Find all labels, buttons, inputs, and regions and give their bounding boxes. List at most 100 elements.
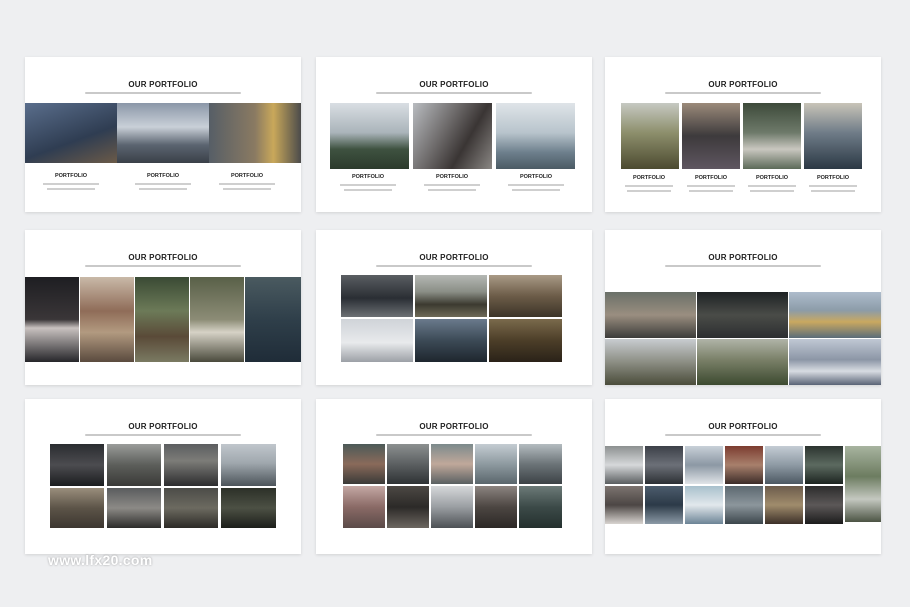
photo (221, 444, 276, 486)
caption-text (139, 188, 187, 190)
slide-thumbnail-9[interactable]: OUR PORTFOLIO (605, 399, 881, 554)
photo (489, 275, 562, 317)
slide-title: OUR PORTFOLIO (128, 253, 198, 262)
caption-text (750, 190, 794, 192)
caption-text (223, 188, 271, 190)
caption: PORTFOLIO (351, 174, 385, 180)
photo (107, 488, 161, 528)
photo (697, 339, 788, 385)
caption: PORTFOLIO (694, 175, 728, 181)
photo (50, 444, 104, 486)
slide-subtitle-placeholder (85, 92, 241, 94)
photo (725, 446, 763, 484)
slide-title: OUR PORTFOLIO (708, 422, 778, 431)
photo (107, 444, 161, 486)
slide-title: OUR PORTFOLIO (419, 80, 489, 89)
photo (25, 277, 79, 362)
photo (475, 486, 517, 528)
caption-text (625, 185, 673, 187)
photo (387, 444, 429, 484)
caption-text (687, 185, 735, 187)
slide-thumbnail-5[interactable]: OUR PORTFOLIO (316, 230, 592, 385)
caption: PORTFOLIO (816, 175, 850, 181)
photo (415, 275, 487, 317)
caption-text (689, 190, 733, 192)
caption-text (344, 189, 392, 191)
photo (682, 103, 740, 169)
photo (117, 103, 209, 163)
slide-title: OUR PORTFOLIO (708, 80, 778, 89)
photo (789, 339, 881, 385)
photo (765, 486, 803, 524)
slide-thumbnail-2[interactable]: OUR PORTFOLIO PORTFOLIO PORTFOLIO PORTFO… (316, 57, 592, 212)
photo (645, 486, 683, 524)
photo (387, 486, 429, 528)
photo (415, 319, 487, 362)
slide-subtitle-placeholder (665, 92, 821, 94)
slide-title: OUR PORTFOLIO (419, 253, 489, 262)
photo (765, 446, 803, 484)
slide-thumbnail-8[interactable]: OUR PORTFOLIO (316, 399, 592, 554)
caption: PORTFOLIO (632, 175, 666, 181)
photo (725, 486, 763, 524)
photo (697, 292, 788, 338)
slide-thumbnail-7[interactable]: OUR PORTFOLIO (25, 399, 301, 554)
caption: PORTFOLIO (54, 173, 88, 179)
photo (743, 103, 801, 169)
photo (605, 486, 643, 524)
photo (645, 446, 683, 484)
caption: PORTFOLIO (755, 175, 789, 181)
photo (621, 103, 679, 169)
slide-thumbnail-6[interactable]: OUR PORTFOLIO (605, 230, 881, 385)
photo (135, 277, 189, 362)
slide-thumbnail-3[interactable]: OUR PORTFOLIO PORTFOLIO PORTFOLIO PORTFO… (605, 57, 881, 212)
caption-text (47, 188, 95, 190)
slide-title: OUR PORTFOLIO (419, 422, 489, 431)
photo (805, 486, 843, 524)
slide-subtitle-placeholder (376, 434, 532, 436)
caption-text (428, 189, 476, 191)
slide-subtitle-placeholder (85, 434, 241, 436)
photo (685, 486, 723, 524)
caption-text (809, 185, 857, 187)
caption-text (627, 190, 671, 192)
caption: PORTFOLIO (146, 173, 180, 179)
photo (519, 444, 562, 484)
caption: PORTFOLIO (435, 174, 469, 180)
photo (343, 486, 385, 528)
photo (804, 103, 862, 169)
photo (330, 103, 409, 169)
photo (80, 277, 134, 362)
caption-text (340, 184, 396, 186)
caption: PORTFOLIO (230, 173, 264, 179)
photo (341, 275, 413, 317)
photo (190, 277, 244, 362)
photo (845, 446, 881, 522)
photo (605, 292, 696, 338)
caption: PORTFOLIO (519, 174, 553, 180)
slide-subtitle-placeholder (665, 265, 821, 267)
photo (605, 446, 643, 484)
caption-text (512, 189, 560, 191)
slide-thumbnail-4[interactable]: OUR PORTFOLIO (25, 230, 301, 385)
caption-text (43, 183, 99, 185)
photo (519, 486, 562, 528)
caption-text (811, 190, 855, 192)
photo (496, 103, 575, 169)
caption-text (219, 183, 275, 185)
photo (343, 444, 385, 484)
caption-text (424, 184, 480, 186)
photo (341, 319, 413, 362)
photo (789, 292, 881, 338)
photo (164, 444, 218, 486)
slide-thumbnail-1[interactable]: OUR PORTFOLIO PORTFOLIO PORTFOLIO PORTFO… (25, 57, 301, 212)
photo (605, 339, 696, 385)
slide-title: OUR PORTFOLIO (128, 80, 198, 89)
photo (209, 103, 301, 163)
photo (25, 103, 117, 163)
photo (489, 319, 562, 362)
photo (475, 444, 517, 484)
slide-subtitle-placeholder (376, 265, 532, 267)
slide-subtitle-placeholder (85, 265, 241, 267)
caption-text (135, 183, 191, 185)
